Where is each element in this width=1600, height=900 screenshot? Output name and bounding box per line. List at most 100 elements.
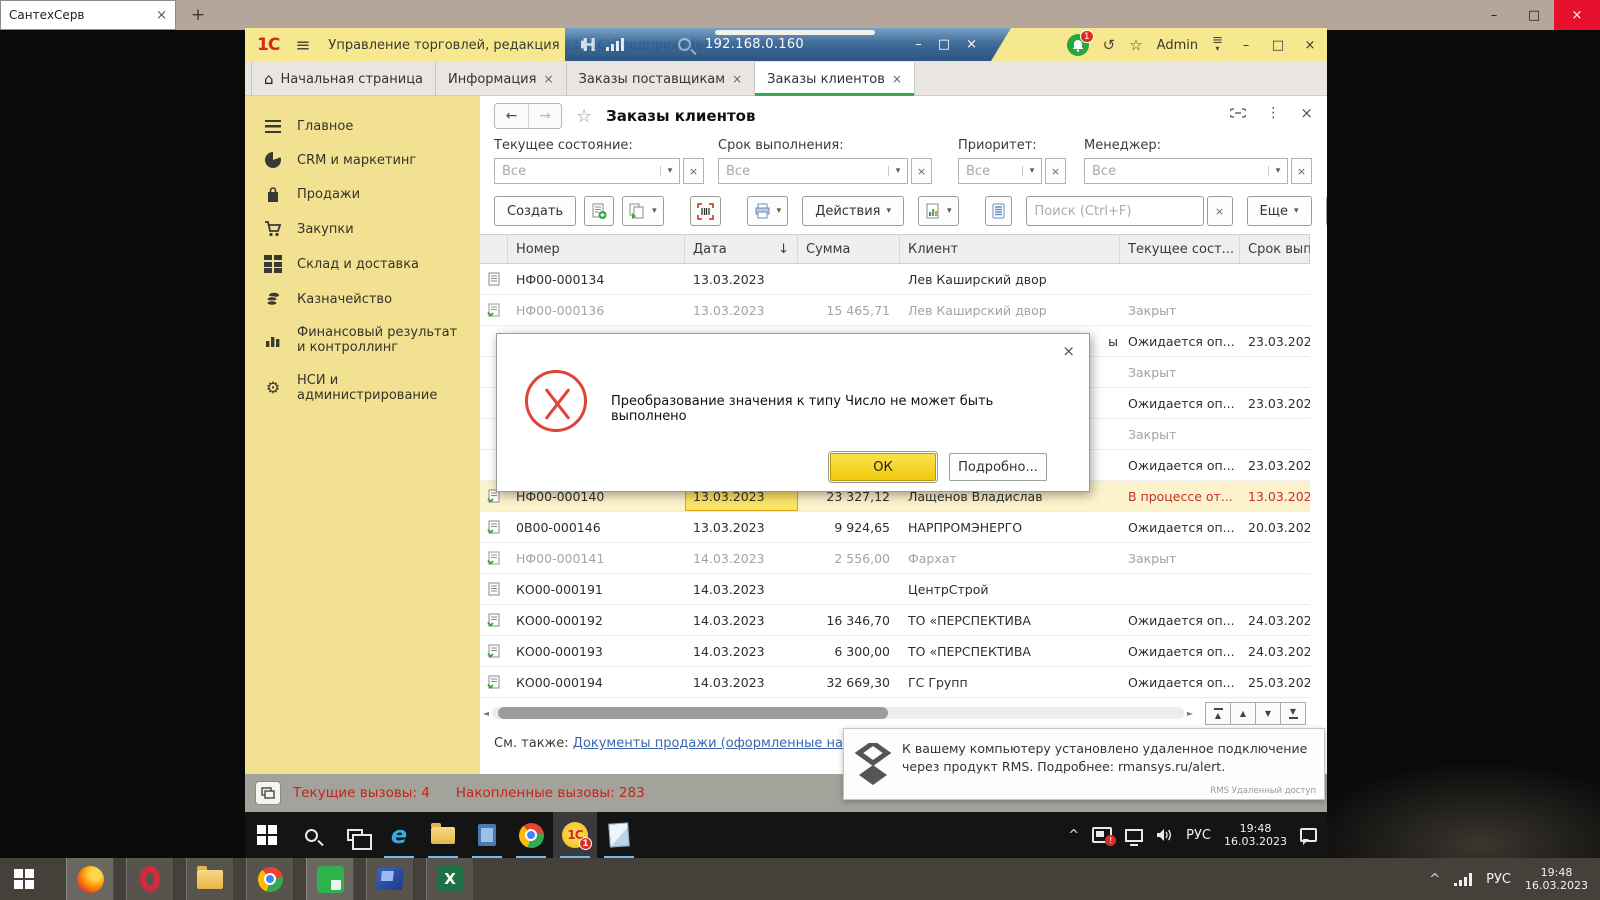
form-close-icon[interactable]: × [1300, 104, 1313, 122]
host-explorer-button[interactable] [186, 858, 234, 900]
create-new-doc-button[interactable] [584, 196, 614, 226]
create-button[interactable]: Создать [494, 196, 576, 226]
chevron-down-icon[interactable]: ▾ [888, 166, 907, 176]
clear-filter-icon[interactable]: × [911, 158, 932, 184]
column-sum[interactable]: Сумма [798, 235, 900, 263]
remote-server-app-button[interactable] [465, 812, 509, 858]
remote-1c-button[interactable]: 1С1 [553, 812, 597, 858]
horizontal-scrollbar[interactable]: ◄ ► [480, 702, 1196, 724]
rms-restore-button[interactable]: □ [938, 37, 950, 52]
tab-supplier-orders[interactable]: Заказы поставщикам × [567, 62, 756, 96]
column-status[interactable]: Текущее сост... [1120, 235, 1240, 263]
more-button[interactable]: Еще ▾ [1247, 196, 1312, 226]
tab-information[interactable]: Информация × [436, 62, 567, 96]
host-language-indicator[interactable]: РУС [1486, 872, 1511, 887]
column-date[interactable]: Дата ↓ [685, 235, 798, 263]
sidebar-item-sales[interactable]: Продажи [245, 177, 480, 212]
service-menu-icon[interactable]: ≡ ▾ [1212, 37, 1223, 53]
rms-tray-icon[interactable]: ! [1092, 827, 1112, 843]
clear-filter-icon[interactable]: × [683, 158, 704, 184]
back-button[interactable]: ← [495, 104, 528, 128]
ok-button[interactable]: ОК [830, 453, 936, 481]
manager-combobox[interactable]: Все ▾ [1084, 158, 1288, 184]
speaker-icon[interactable] [1156, 828, 1173, 842]
tab-close-icon[interactable]: × [892, 72, 902, 86]
browser-close-button[interactable]: × [1554, 0, 1600, 30]
sidebar-item-treasury[interactable]: Казначейство [245, 282, 480, 316]
current-state-combobox[interactable]: Все ▾ [494, 158, 680, 184]
go-first-button[interactable]: ▲ [1205, 702, 1231, 725]
favorites-star-icon[interactable]: ☆ [1129, 36, 1142, 54]
app-minimize-button[interactable]: – [1237, 38, 1255, 53]
list-settings-button[interactable] [985, 196, 1012, 226]
column-client[interactable]: Клиент [900, 235, 1120, 263]
print-button[interactable]: ▾ [747, 196, 789, 226]
table-row[interactable]: КО00-000194 14.03.2023 32 669,30 ГС Груп… [480, 667, 1310, 698]
table-row[interactable]: НФ00-000141 14.03.2023 2 556,00 Фархат З… [480, 543, 1310, 574]
main-menu-icon[interactable]: ≡ [295, 35, 310, 56]
rms-close-button[interactable]: × [966, 37, 977, 52]
favorite-star-icon[interactable]: ☆ [576, 106, 592, 127]
browser-tab[interactable]: СантехСерв × [0, 0, 176, 30]
remote-chrome-button[interactable] [509, 812, 553, 858]
remote-taskview-button[interactable] [333, 812, 377, 858]
remote-language-indicator[interactable]: РУС [1186, 828, 1211, 843]
clear-filter-icon[interactable]: × [1291, 158, 1312, 184]
history-icon[interactable]: ↺ [1103, 36, 1116, 54]
remote-start-button[interactable] [245, 812, 289, 858]
table-row[interactable]: КО00-000193 14.03.2023 6 300,00 ТО «ПЕРС… [480, 636, 1310, 667]
search-input[interactable] [1026, 196, 1204, 226]
dialog-close-icon[interactable]: × [1062, 342, 1075, 360]
tab-close-icon[interactable]: × [156, 8, 167, 23]
host-remote-app-button[interactable] [366, 858, 414, 900]
remote-explorer-button[interactable] [421, 812, 465, 858]
sidebar-item-admin[interactable]: ⚙ НСИ и администрирование [245, 364, 480, 412]
table-row[interactable]: 0В00-000146 13.03.2023 9 924,65 НАРПРОМЭ… [480, 512, 1310, 543]
copy-document-button[interactable]: ▾ [622, 196, 664, 226]
link-icon[interactable] [1230, 108, 1246, 118]
tab-customer-orders[interactable]: Заказы клиентов × [755, 62, 915, 96]
table-row[interactable]: КО00-000191 14.03.2023 ЦентрСтрой [480, 574, 1310, 605]
chevron-down-icon[interactable]: ▾ [660, 166, 679, 176]
go-down-button[interactable]: ▼ [1255, 702, 1281, 725]
table-row[interactable]: КО00-000192 14.03.2023 16 346,70 ТО «ПЕР… [480, 605, 1310, 636]
tab-close-icon[interactable]: × [543, 72, 553, 86]
pin-icon[interactable] [581, 38, 596, 51]
scrollbar-thumb[interactable] [498, 707, 888, 719]
host-excel-button[interactable]: X [426, 858, 474, 900]
sidebar-item-warehouse[interactable]: Склад и доставка [245, 246, 480, 282]
remote-clock[interactable]: 19:48 16.03.2023 [1224, 822, 1287, 848]
hidden-icons-chevron[interactable]: ^ [1429, 872, 1440, 887]
table-row[interactable]: НФ00-000136 13.03.2023 15 465,71 Лев Каш… [480, 295, 1310, 326]
tab-home[interactable]: ⌂ Начальная страница [251, 62, 436, 96]
column-number[interactable]: Номер [508, 235, 685, 263]
barcode-scan-button[interactable] [690, 196, 721, 226]
host-rms-button[interactable] [306, 858, 354, 900]
remote-search-button[interactable] [289, 812, 333, 858]
new-tab-button[interactable]: + [186, 3, 210, 27]
sidebar-item-crm[interactable]: CRM и маркетинг [245, 143, 480, 177]
browser-maximize-button[interactable]: □ [1514, 0, 1554, 30]
action-center-icon[interactable] [1300, 828, 1317, 842]
tab-close-icon[interactable]: × [732, 72, 742, 86]
calls-monitor-icon[interactable] [255, 781, 281, 805]
sidebar-item-purchasing[interactable]: Закупки [245, 212, 480, 246]
due-date-combobox[interactable]: Все ▾ [718, 158, 908, 184]
clear-filter-icon[interactable]: × [1045, 158, 1066, 184]
chevron-down-icon[interactable]: ▾ [1022, 166, 1041, 176]
network-icon[interactable] [1125, 829, 1143, 842]
column-due[interactable]: Срок выпо [1240, 235, 1310, 263]
help-button[interactable]: ? [1326, 196, 1327, 226]
go-up-button[interactable]: ▲ [1230, 702, 1256, 725]
notifications-icon[interactable]: 1 [1067, 34, 1089, 56]
chevron-down-icon[interactable]: ▾ [1268, 166, 1287, 176]
remote-ie-button[interactable]: e [377, 812, 421, 858]
rms-minimize-button[interactable]: – [915, 37, 922, 52]
hidden-icons-chevron[interactable]: ^ [1068, 828, 1079, 843]
details-button[interactable]: Подробно... [949, 453, 1047, 481]
reports-button[interactable]: ▾ [918, 196, 959, 226]
scroll-right-icon[interactable]: ► [1184, 709, 1196, 718]
sidebar-item-finance[interactable]: Финансовый результат и контроллинг [245, 316, 480, 364]
clear-search-icon[interactable]: × [1207, 196, 1233, 226]
priority-combobox[interactable]: Все ▾ [958, 158, 1042, 184]
